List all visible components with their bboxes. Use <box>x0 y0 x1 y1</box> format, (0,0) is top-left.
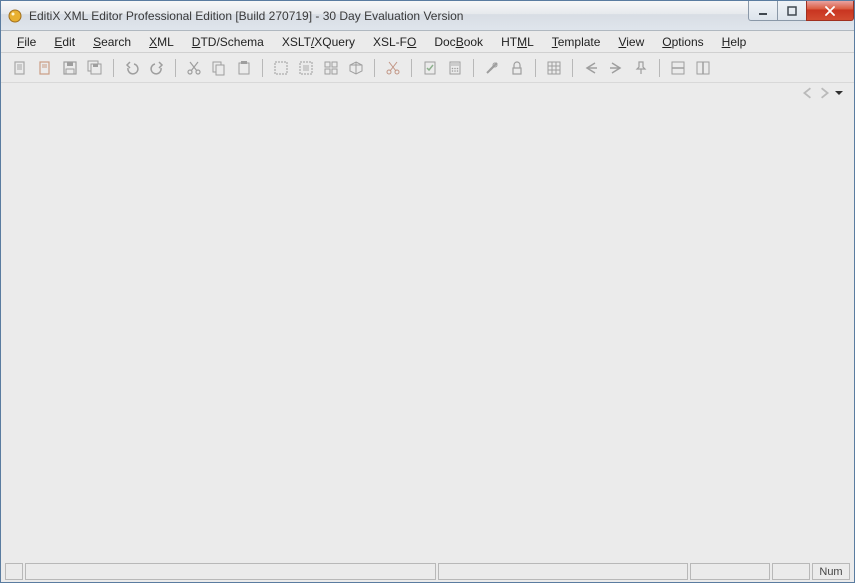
menu-xslfo[interactable]: XSL-FO <box>365 33 424 51</box>
window-controls <box>749 1 854 30</box>
status-cell-3 <box>438 563 688 580</box>
editor-area <box>1 103 854 562</box>
cube-button[interactable] <box>345 57 367 79</box>
window-title: EditiX XML Editor Professional Edition [… <box>29 9 749 23</box>
split-v-button[interactable] <box>692 57 714 79</box>
split-h-icon <box>670 60 686 76</box>
cut-button[interactable] <box>183 57 205 79</box>
menubar: FileEditSearchXMLDTD/SchemaXSLT/XQueryXS… <box>1 31 854 53</box>
toolbar-separator <box>659 59 660 77</box>
cube-icon <box>348 60 364 76</box>
status-cell-2 <box>25 563 436 580</box>
pin-button[interactable] <box>630 57 652 79</box>
menu-html[interactable]: HTML <box>493 33 542 51</box>
validate-icon <box>422 60 438 76</box>
nav-left-icon[interactable] <box>802 87 814 99</box>
split-v-icon <box>695 60 711 76</box>
dropdown-icon[interactable] <box>834 88 844 98</box>
close-button[interactable] <box>806 1 854 21</box>
grid-icon <box>546 60 562 76</box>
app-icon <box>7 8 23 24</box>
select-content-icon <box>298 60 314 76</box>
undo-icon <box>124 60 140 76</box>
menu-options[interactable]: Options <box>654 33 711 51</box>
sub-toolbar <box>1 83 854 103</box>
cut-elem-button[interactable] <box>382 57 404 79</box>
save-icon <box>62 60 78 76</box>
copy-icon <box>211 60 227 76</box>
copy-button[interactable] <box>208 57 230 79</box>
menu-help[interactable]: Help <box>714 33 755 51</box>
redo-button[interactable] <box>146 57 168 79</box>
menu-view[interactable]: View <box>610 33 652 51</box>
titlebar: EditiX XML Editor Professional Edition [… <box>1 1 854 31</box>
toolbar-separator <box>262 59 263 77</box>
validate-button[interactable] <box>419 57 441 79</box>
statusbar: Num <box>1 562 854 582</box>
nav-right-icon[interactable] <box>818 87 830 99</box>
save-button[interactable] <box>59 57 81 79</box>
menu-docbook[interactable]: DocBook <box>426 33 491 51</box>
status-cell-4 <box>690 563 770 580</box>
toolbar-separator <box>535 59 536 77</box>
toolbar-separator <box>113 59 114 77</box>
app-window: EditiX XML Editor Professional Edition [… <box>0 0 855 583</box>
lock-button[interactable] <box>506 57 528 79</box>
toolbar-separator <box>374 59 375 77</box>
status-cell-5 <box>772 563 810 580</box>
split-h-button[interactable] <box>667 57 689 79</box>
lock-icon <box>509 60 525 76</box>
toolbar-separator <box>175 59 176 77</box>
undo-button[interactable] <box>121 57 143 79</box>
nav-back-icon <box>583 60 599 76</box>
select-block-button[interactable] <box>320 57 342 79</box>
cut-icon <box>186 60 202 76</box>
select-content-button[interactable] <box>295 57 317 79</box>
nav-fwd-button[interactable] <box>605 57 627 79</box>
tools-icon <box>484 60 500 76</box>
select-elem-button[interactable] <box>270 57 292 79</box>
calc-button[interactable] <box>444 57 466 79</box>
pin-icon <box>633 60 649 76</box>
status-num: Num <box>812 563 850 580</box>
save-all-icon <box>87 60 103 76</box>
tools-button[interactable] <box>481 57 503 79</box>
cut-elem-icon <box>385 60 401 76</box>
paste-icon <box>236 60 252 76</box>
save-all-button[interactable] <box>84 57 106 79</box>
grid-button[interactable] <box>543 57 565 79</box>
toolbar-separator <box>572 59 573 77</box>
maximize-button[interactable] <box>777 1 807 21</box>
toolbar <box>1 53 854 83</box>
minimize-button[interactable] <box>748 1 778 21</box>
redo-icon <box>149 60 165 76</box>
menu-file[interactable]: File <box>9 33 44 51</box>
toolbar-separator <box>411 59 412 77</box>
new-doc-icon <box>12 60 28 76</box>
menu-xml[interactable]: XML <box>141 33 182 51</box>
nav-back-button[interactable] <box>580 57 602 79</box>
select-block-icon <box>323 60 339 76</box>
new-doc-button[interactable] <box>9 57 31 79</box>
status-cell-1 <box>5 563 23 580</box>
menu-edit[interactable]: Edit <box>46 33 83 51</box>
menu-search[interactable]: Search <box>85 33 139 51</box>
toolbar-separator <box>473 59 474 77</box>
open-doc-button[interactable] <box>34 57 56 79</box>
calc-icon <box>447 60 463 76</box>
select-elem-icon <box>273 60 289 76</box>
nav-fwd-icon <box>608 60 624 76</box>
paste-button[interactable] <box>233 57 255 79</box>
menu-dtdschema[interactable]: DTD/Schema <box>184 33 272 51</box>
menu-template[interactable]: Template <box>544 33 609 51</box>
open-doc-icon <box>37 60 53 76</box>
menu-xsltxquery[interactable]: XSLT/XQuery <box>274 33 363 51</box>
